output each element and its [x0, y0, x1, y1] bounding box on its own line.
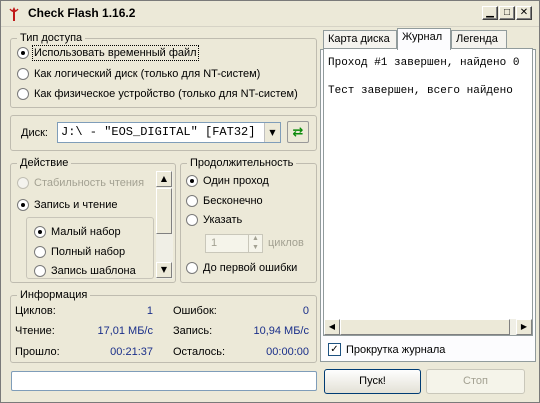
- radio-icon: [186, 262, 198, 274]
- errors-label: Ошибок:: [173, 305, 217, 317]
- sub-option-small[interactable]: Малый набор: [34, 226, 121, 238]
- sub-option-full[interactable]: Полный набор: [34, 246, 125, 258]
- access-type-title: Тип доступа: [17, 31, 86, 45]
- duration-option-specify[interactable]: Указать: [186, 214, 242, 226]
- autoscroll-checkbox[interactable]: ✓ Прокрутка журнала: [328, 343, 445, 356]
- radio-icon: [186, 214, 198, 226]
- action-option-read-stability[interactable]: Стабильность чтения: [17, 177, 144, 189]
- log-hscrollbar[interactable]: ◀ ▶: [324, 319, 532, 335]
- radio-icon: [17, 47, 29, 59]
- scroll-down-icon[interactable]: ▼: [156, 262, 172, 278]
- spin-up-icon[interactable]: ▲: [248, 235, 262, 243]
- action-option-write-read[interactable]: Запись и чтение: [17, 199, 117, 211]
- cycles-value: 1: [211, 237, 218, 249]
- scroll-thumb[interactable]: [156, 188, 172, 234]
- disk-select-value: J:\ - "EOS_DIGITAL" [FAT32]: [61, 125, 256, 139]
- write-speed-value: 10,94 МБ/с: [253, 325, 309, 337]
- checkbox-checked-icon: ✓: [328, 343, 341, 356]
- cycles-spinner[interactable]: 1 ▲ ▼: [205, 234, 263, 253]
- log-line: Проход #1 завершен, найдено 0: [328, 57, 520, 69]
- read-speed-value: 17,01 МБ/с: [97, 325, 153, 337]
- radio-icon: [34, 265, 46, 277]
- cycles-label: циклов: [268, 237, 304, 249]
- radio-icon: [34, 246, 46, 258]
- tab-disk-map[interactable]: Карта диска: [323, 30, 397, 49]
- action-scrollbar[interactable]: ▲ ▼: [156, 171, 173, 279]
- radio-icon: [186, 175, 198, 187]
- access-option-logical[interactable]: Как логический диск (только для NT-систе…: [17, 68, 260, 80]
- radio-icon: [186, 195, 198, 207]
- title-bar: Check Flash 1.16.2 ▁ □ ✕: [1, 1, 539, 27]
- close-button[interactable]: ✕: [516, 6, 532, 20]
- tab-legend[interactable]: Легенда: [451, 30, 507, 49]
- radio-icon: [34, 226, 46, 238]
- maximize-button[interactable]: □: [499, 6, 515, 20]
- disk-label: Диск:: [21, 127, 48, 139]
- cycles-info-value: 1: [146, 305, 153, 317]
- radio-icon: [17, 177, 29, 189]
- write-speed-label: Запись:: [173, 325, 213, 337]
- info-title: Информация: [17, 288, 91, 302]
- close-icon: ✕: [519, 7, 529, 18]
- log-scroll-thumb[interactable]: [340, 319, 510, 335]
- start-button[interactable]: Пуск!: [324, 369, 421, 394]
- elapsed-value: 00:21:37: [110, 346, 153, 358]
- sub-option-pattern[interactable]: Запись шаблона: [34, 265, 136, 277]
- log-view[interactable]: Проход #1 завершен, найдено 0 Тест завер…: [323, 48, 533, 336]
- minimize-icon: ▁: [486, 7, 494, 18]
- radio-icon: [17, 88, 29, 100]
- log-text-area: Проход #1 завершен, найдено 0 Тест завер…: [324, 49, 532, 319]
- duration-title: Продолжительность: [187, 156, 297, 170]
- read-speed-label: Чтение:: [15, 325, 55, 337]
- stop-button[interactable]: Стоп: [426, 369, 525, 394]
- spin-down-icon[interactable]: ▼: [248, 243, 262, 252]
- duration-option-infinite[interactable]: Бесконечно: [186, 195, 263, 207]
- scroll-right-icon[interactable]: ▶: [516, 319, 532, 335]
- cycles-info-label: Циклов:: [15, 305, 56, 317]
- radio-icon: [17, 199, 29, 211]
- progress-bar: [11, 371, 317, 391]
- scroll-left-icon[interactable]: ◀: [324, 319, 340, 335]
- chevron-down-icon[interactable]: ▼: [264, 123, 280, 142]
- scroll-up-icon[interactable]: ▲: [156, 171, 172, 187]
- log-line: Тест завершен, всего найдено: [328, 85, 513, 97]
- refresh-icon: ⇄: [292, 124, 304, 139]
- minimize-button[interactable]: ▁: [482, 6, 498, 20]
- duration-option-first-error[interactable]: До первой ошибки: [186, 262, 297, 274]
- disk-select[interactable]: J:\ - "EOS_DIGITAL" [FAT32] ▼: [57, 122, 281, 143]
- main-window: Check Flash 1.16.2 ▁ □ ✕ Тип доступа Исп…: [0, 0, 540, 403]
- tab-log[interactable]: Журнал: [397, 28, 451, 50]
- radio-icon: [17, 68, 29, 80]
- errors-value: 0: [302, 305, 309, 317]
- action-title: Действие: [17, 156, 72, 170]
- refresh-button[interactable]: ⇄: [287, 121, 309, 143]
- app-icon: [9, 7, 19, 21]
- access-option-tempfile[interactable]: Использовать временный файл: [17, 45, 199, 61]
- remaining-value: 00:00:00: [266, 346, 309, 358]
- duration-option-once[interactable]: Один проход: [186, 175, 269, 187]
- elapsed-label: Прошло:: [15, 346, 60, 358]
- access-option-physical[interactable]: Как физическое устройство (только для NT…: [17, 88, 298, 100]
- window-title: Check Flash 1.16.2: [28, 6, 136, 20]
- maximize-icon: □: [503, 7, 511, 18]
- remaining-label: Осталось:: [173, 346, 226, 358]
